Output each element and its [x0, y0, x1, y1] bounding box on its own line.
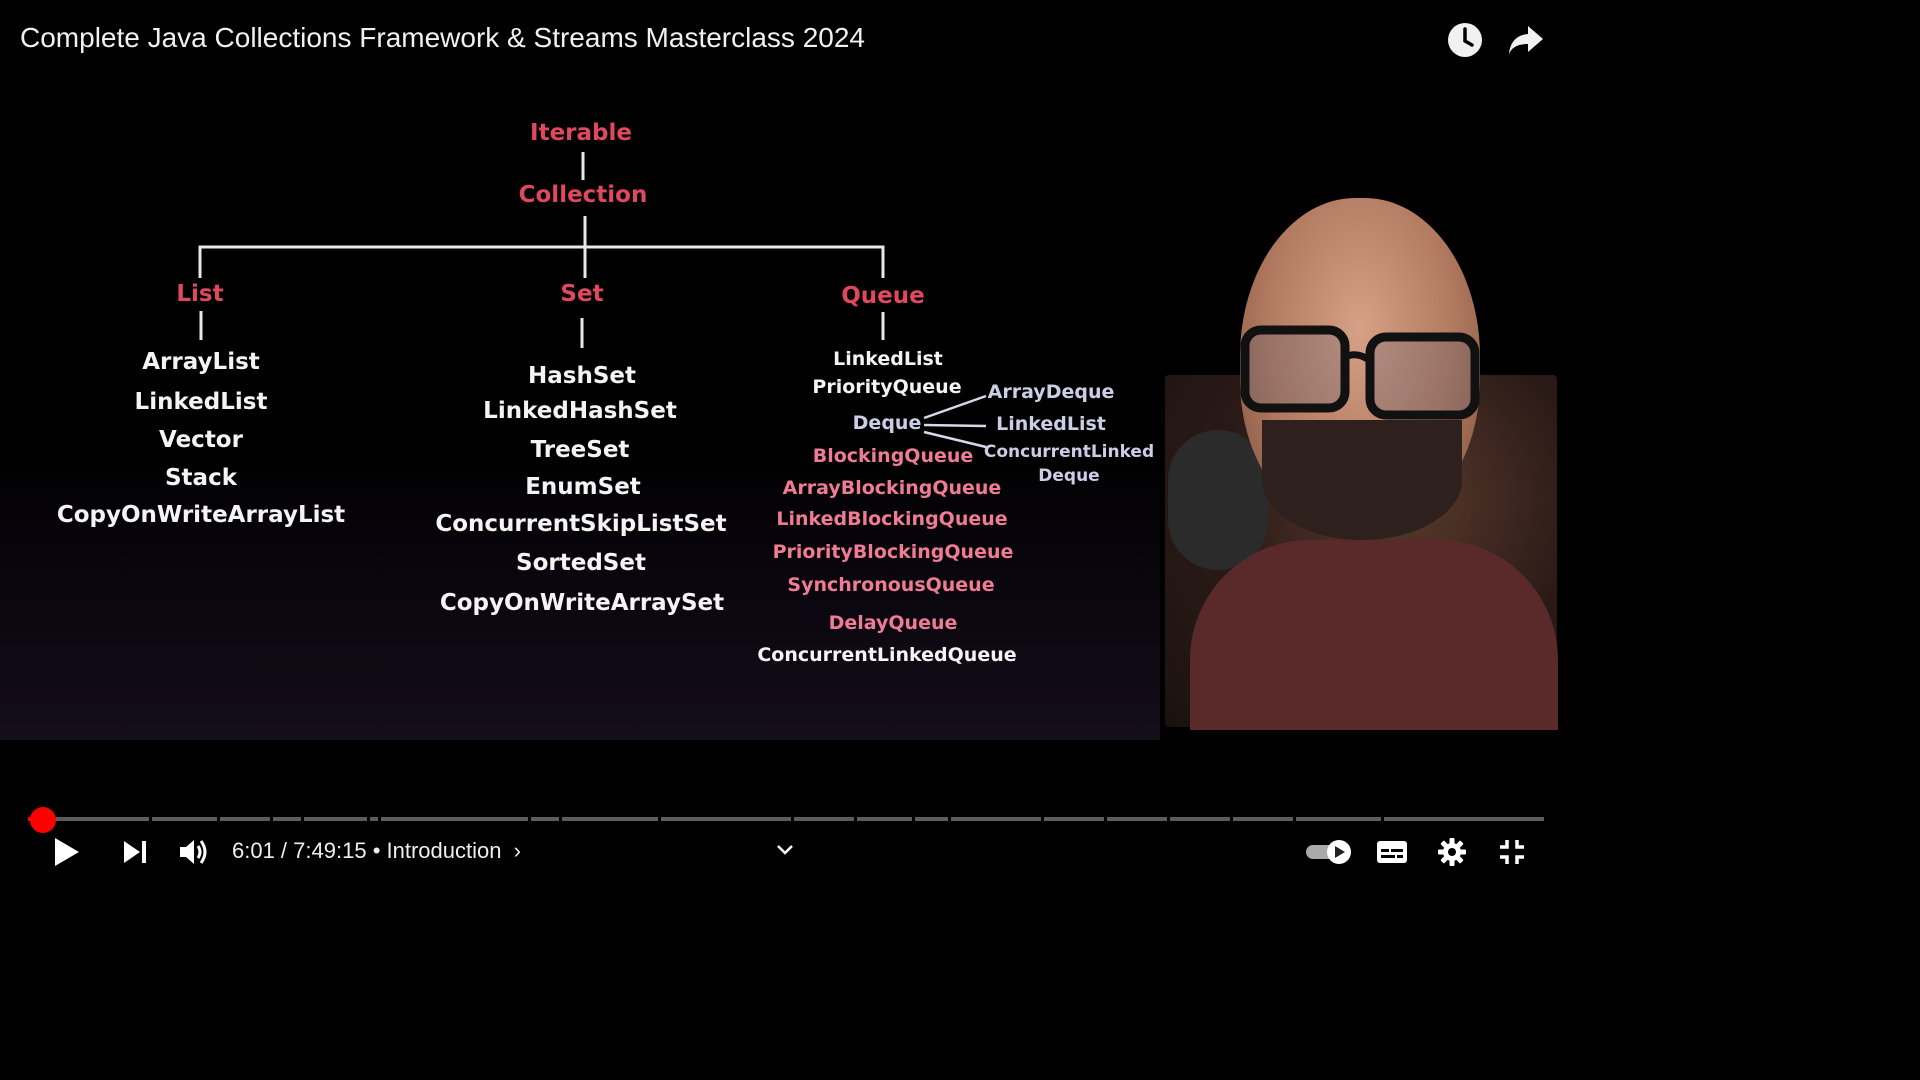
chevron-down-button[interactable]	[765, 830, 805, 870]
set-item: EnumSet	[525, 474, 641, 500]
node-deque: Deque	[852, 412, 922, 434]
list-item: LinkedList	[134, 389, 268, 415]
node-blockingqueue: BlockingQueue	[812, 445, 974, 467]
node-collection: Collection	[518, 182, 648, 208]
exit-fullscreen-icon	[1500, 840, 1524, 864]
volume-button[interactable]	[174, 832, 214, 872]
node-list: List	[176, 281, 224, 307]
deque-item: LinkedList	[996, 413, 1106, 435]
set-item: ConcurrentSkipListSet	[435, 511, 727, 537]
blocking-item: LinkedBlockingQueue	[776, 508, 1008, 530]
list-item: CopyOnWriteArrayList	[56, 502, 346, 528]
node-queue: Queue	[841, 283, 925, 309]
set-item: HashSet	[528, 363, 636, 389]
settings-button[interactable]	[1432, 832, 1472, 872]
blocking-item: SynchronousQueue	[787, 574, 995, 596]
chevron-right-icon[interactable]: ›	[514, 838, 521, 863]
progress-bar[interactable]	[28, 817, 1544, 821]
autoplay-toggle[interactable]	[1305, 832, 1353, 872]
captions-icon	[1377, 841, 1407, 863]
queue-item: ConcurrentLinkedQueue	[757, 644, 1017, 666]
deque-item: Deque	[1038, 466, 1100, 486]
set-item: CopyOnWriteArraySet	[439, 590, 725, 616]
exit-fullscreen-button[interactable]	[1492, 832, 1532, 872]
set-item: TreeSet	[530, 437, 630, 463]
blocking-item: PriorityBlockingQueue	[772, 541, 1014, 563]
queue-item: PriorityQueue	[812, 376, 962, 398]
time-separator: •	[372, 838, 381, 863]
list-item: Vector	[159, 427, 243, 453]
set-item: SortedSet	[516, 550, 646, 576]
share-icon[interactable]	[1506, 20, 1546, 60]
node-set: Set	[560, 281, 604, 307]
play-button[interactable]	[46, 832, 86, 872]
progress-scrubber[interactable]	[30, 807, 56, 833]
captions-button[interactable]	[1372, 832, 1412, 872]
deque-item: ArrayDeque	[987, 381, 1115, 403]
play-icon	[55, 838, 79, 866]
presenter-beard	[1262, 420, 1462, 540]
set-item: LinkedHashSet	[483, 398, 677, 424]
presenter-shirt	[1190, 540, 1558, 730]
list-item: ArrayList	[142, 349, 260, 375]
queue-item: DelayQueue	[828, 612, 958, 634]
chapter-title[interactable]: Introduction	[387, 838, 502, 863]
next-button[interactable]	[115, 832, 155, 872]
settings-icon	[1438, 838, 1466, 866]
node-iterable: Iterable	[530, 120, 632, 146]
deque-item: ConcurrentLinked	[983, 442, 1155, 462]
time-text: 6:01 / 7:49:15	[232, 838, 367, 863]
autoplay-toggle-icon	[1306, 840, 1351, 864]
queue-item: LinkedList	[833, 348, 943, 370]
volume-icon	[180, 840, 207, 864]
time-display: 6:01 / 7:49:15 • Introduction ›	[232, 838, 521, 864]
chevron-down-icon	[777, 845, 793, 855]
blocking-item: ArrayBlockingQueue	[782, 477, 1002, 499]
clock-icon[interactable]	[1445, 20, 1485, 60]
glasses	[1240, 325, 1480, 420]
list-item: Stack	[164, 465, 238, 491]
next-icon	[124, 841, 146, 863]
